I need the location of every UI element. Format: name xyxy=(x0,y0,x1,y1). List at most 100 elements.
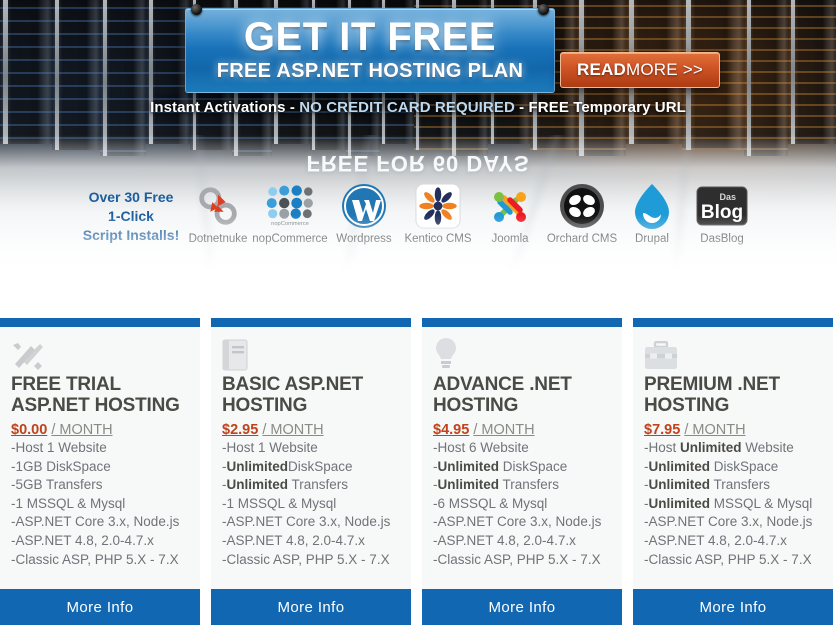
price-amount: $2.95 xyxy=(222,422,259,438)
card-body: PREMIUM .NET HOSTING $7.95 / MONTH -Host U… xyxy=(633,327,833,589)
price-amount: $4.95 xyxy=(433,422,470,438)
feature-suffix: MSSQL & Mysql xyxy=(710,495,813,511)
card-body: FREE TRIAL ASP.NET HOSTING $0.00 / MONTH -… xyxy=(0,327,200,589)
plan-feature: -Unlimited DiskSpace xyxy=(433,458,611,477)
plan-feature: -Unlimited Transfers xyxy=(222,476,400,495)
plan-feature: -Unlimited DiskSpace xyxy=(644,458,822,477)
plan-feature: -Host 1 Website xyxy=(222,440,318,455)
hero-bottom-fade xyxy=(0,215,836,285)
plan-price: $7.95 / MONTH xyxy=(644,421,822,439)
rack-led-lights-icon xyxy=(100,0,146,156)
pricing-card: PREMIUM .NET HOSTING $7.95 / MONTH -Host U… xyxy=(633,318,833,625)
promo-sign[interactable]: GET IT FREE FREE ASP.NET HOSTING PLAN xyxy=(185,0,555,93)
feature-emphasis: Unlimited xyxy=(226,458,289,474)
card-accent-bar xyxy=(0,318,200,327)
feature-emphasis: Unlimited xyxy=(680,440,742,455)
more-info-button[interactable]: More Info xyxy=(0,589,200,625)
card-body: ADVANCE .NET HOSTING $4.95 / MONTH -Host 6… xyxy=(422,327,622,589)
promo-line-1: Over 30 Free xyxy=(88,189,174,205)
server-rack xyxy=(146,0,190,144)
read-more-button[interactable]: READ MORE >> xyxy=(560,52,720,88)
feature-suffix: DiskSpace xyxy=(288,458,353,474)
feature-emphasis: Unlimited xyxy=(226,477,289,493)
tagline-part2: - FREE Temporary URL xyxy=(514,99,686,116)
pricing-cards: FREE TRIAL ASP.NET HOSTING $0.00 / MONTH -… xyxy=(0,318,836,625)
plan-title: BASIC ASP.NET HOSTING xyxy=(222,374,363,416)
plan-feature: -6 MSSQL & Mysql xyxy=(433,495,548,511)
feature-emphasis: Unlimited xyxy=(648,477,711,493)
plan-feature: -Host 1 Website xyxy=(11,440,107,455)
plan-title: ADVANCE .NET HOSTING xyxy=(433,374,572,416)
more-info-button[interactable]: More Info xyxy=(633,589,833,625)
price-period: / MONTH xyxy=(51,422,113,438)
pricing-card: ADVANCE .NET HOSTING $4.95 / MONTH -Host 6… xyxy=(422,318,622,625)
plan-title: PREMIUM .NET HOSTING xyxy=(644,374,780,416)
tagline-highlight: NO CREDIT CARD REQUIRED xyxy=(299,99,515,116)
plan-feature: -1 MSSQL & Mysql xyxy=(222,495,337,511)
tools-icon xyxy=(11,337,189,371)
rack-led-lights-icon xyxy=(788,0,836,144)
plan-feature: -ASP.NET Core 3.x, Node.js xyxy=(11,514,180,530)
rack-led-lights-icon xyxy=(0,0,52,144)
price-period: / MONTH xyxy=(684,422,746,438)
hero-banner: FREE FOR 60 DAYS GET IT FREE FREE ASP.NE… xyxy=(0,0,836,285)
plan-feature: -Classic ASP, PHP 5.X - 7.X xyxy=(222,551,390,567)
feature-emphasis: Unlimited xyxy=(437,477,500,493)
plan-feature: -5GB Transfers xyxy=(11,477,103,493)
card-accent-bar xyxy=(633,318,833,327)
more-info-button[interactable]: More Info xyxy=(211,589,411,625)
lightbulb-icon xyxy=(433,337,611,371)
plan-feature: -ASP.NET Core 3.x, Node.js xyxy=(433,514,602,530)
feature-suffix: Website xyxy=(741,440,794,455)
plan-feature: -ASP.NET Core 3.x, Node.js xyxy=(644,514,813,530)
plan-feature: -Unlimited Transfers xyxy=(644,476,822,495)
plan-price: $0.00 / MONTH xyxy=(11,421,189,439)
feature-emphasis: Unlimited xyxy=(437,458,500,474)
plan-feature: -ASP.NET Core 3.x, Node.js xyxy=(222,514,391,530)
feature-emphasis: Unlimited xyxy=(648,458,711,474)
pricing-card: BASIC ASP.NET HOSTING $2.95 / MONTH -Host … xyxy=(211,318,411,625)
feature-suffix: Transfers xyxy=(499,477,560,493)
book-icon xyxy=(222,337,400,371)
page-root: FREE FOR 60 DAYS GET IT FREE FREE ASP.NE… xyxy=(0,0,836,625)
server-rack xyxy=(788,0,836,144)
sign-nail-right-icon xyxy=(538,4,549,15)
read-more-rest: MORE >> xyxy=(626,60,703,79)
card-body: BASIC ASP.NET HOSTING $2.95 / MONTH -Host … xyxy=(211,327,411,589)
plan-title: FREE TRIAL ASP.NET HOSTING xyxy=(11,374,180,416)
server-rack xyxy=(52,0,100,150)
price-amount: $0.00 xyxy=(11,422,48,438)
plan-feature: -Classic ASP, PHP 5.X - 7.X xyxy=(433,551,601,567)
plan-feature: -1GB DiskSpace xyxy=(11,458,111,474)
plan-feature: -ASP.NET 4.8, 2.0-4.7.x xyxy=(222,532,365,548)
promo-sign-panel: GET IT FREE FREE ASP.NET HOSTING PLAN xyxy=(185,8,555,93)
plan-price: $4.95 / MONTH xyxy=(433,421,611,439)
rack-led-lights-icon xyxy=(744,0,788,156)
more-info-button[interactable]: More Info xyxy=(422,589,622,625)
promo-headline: GET IT FREE xyxy=(243,15,497,59)
feature-suffix: DiskSpace xyxy=(710,458,779,474)
svg-text:Das: Das xyxy=(719,192,736,202)
price-amount: $7.95 xyxy=(644,422,681,438)
feature-emphasis: Unlimited xyxy=(648,495,711,511)
server-rack xyxy=(0,0,52,144)
pricing-card: FREE TRIAL ASP.NET HOSTING $0.00 / MONTH -… xyxy=(0,318,200,625)
plan-price: $2.95 / MONTH xyxy=(222,421,400,439)
price-period: / MONTH xyxy=(262,422,324,438)
plan-feature: -Classic ASP, PHP 5.X - 7.X xyxy=(11,551,179,567)
feature-prefix: -Host xyxy=(644,440,681,455)
plan-feature: -Unlimited Transfers xyxy=(433,476,611,495)
plan-feature: -Unlimited MSSQL & Mysql xyxy=(644,495,822,514)
rack-led-lights-icon xyxy=(52,0,100,150)
server-rack xyxy=(744,0,788,156)
hero-tagline: Instant Activations - NO CREDIT CARD REQ… xyxy=(0,99,836,116)
plan-feature: -Classic ASP, PHP 5.X - 7.X xyxy=(644,551,812,567)
briefcase-icon xyxy=(644,337,822,371)
plan-feature: -Host Unlimited Website xyxy=(644,439,822,458)
card-accent-bar xyxy=(211,318,411,327)
plan-feature: -ASP.NET 4.8, 2.0-4.7.x xyxy=(644,532,787,548)
rack-led-lights-icon xyxy=(146,0,190,144)
sign-nail-left-icon xyxy=(191,4,202,15)
promo-subheadline: FREE ASP.NET HOSTING PLAN xyxy=(216,60,524,82)
feature-suffix: Transfers xyxy=(710,477,771,493)
